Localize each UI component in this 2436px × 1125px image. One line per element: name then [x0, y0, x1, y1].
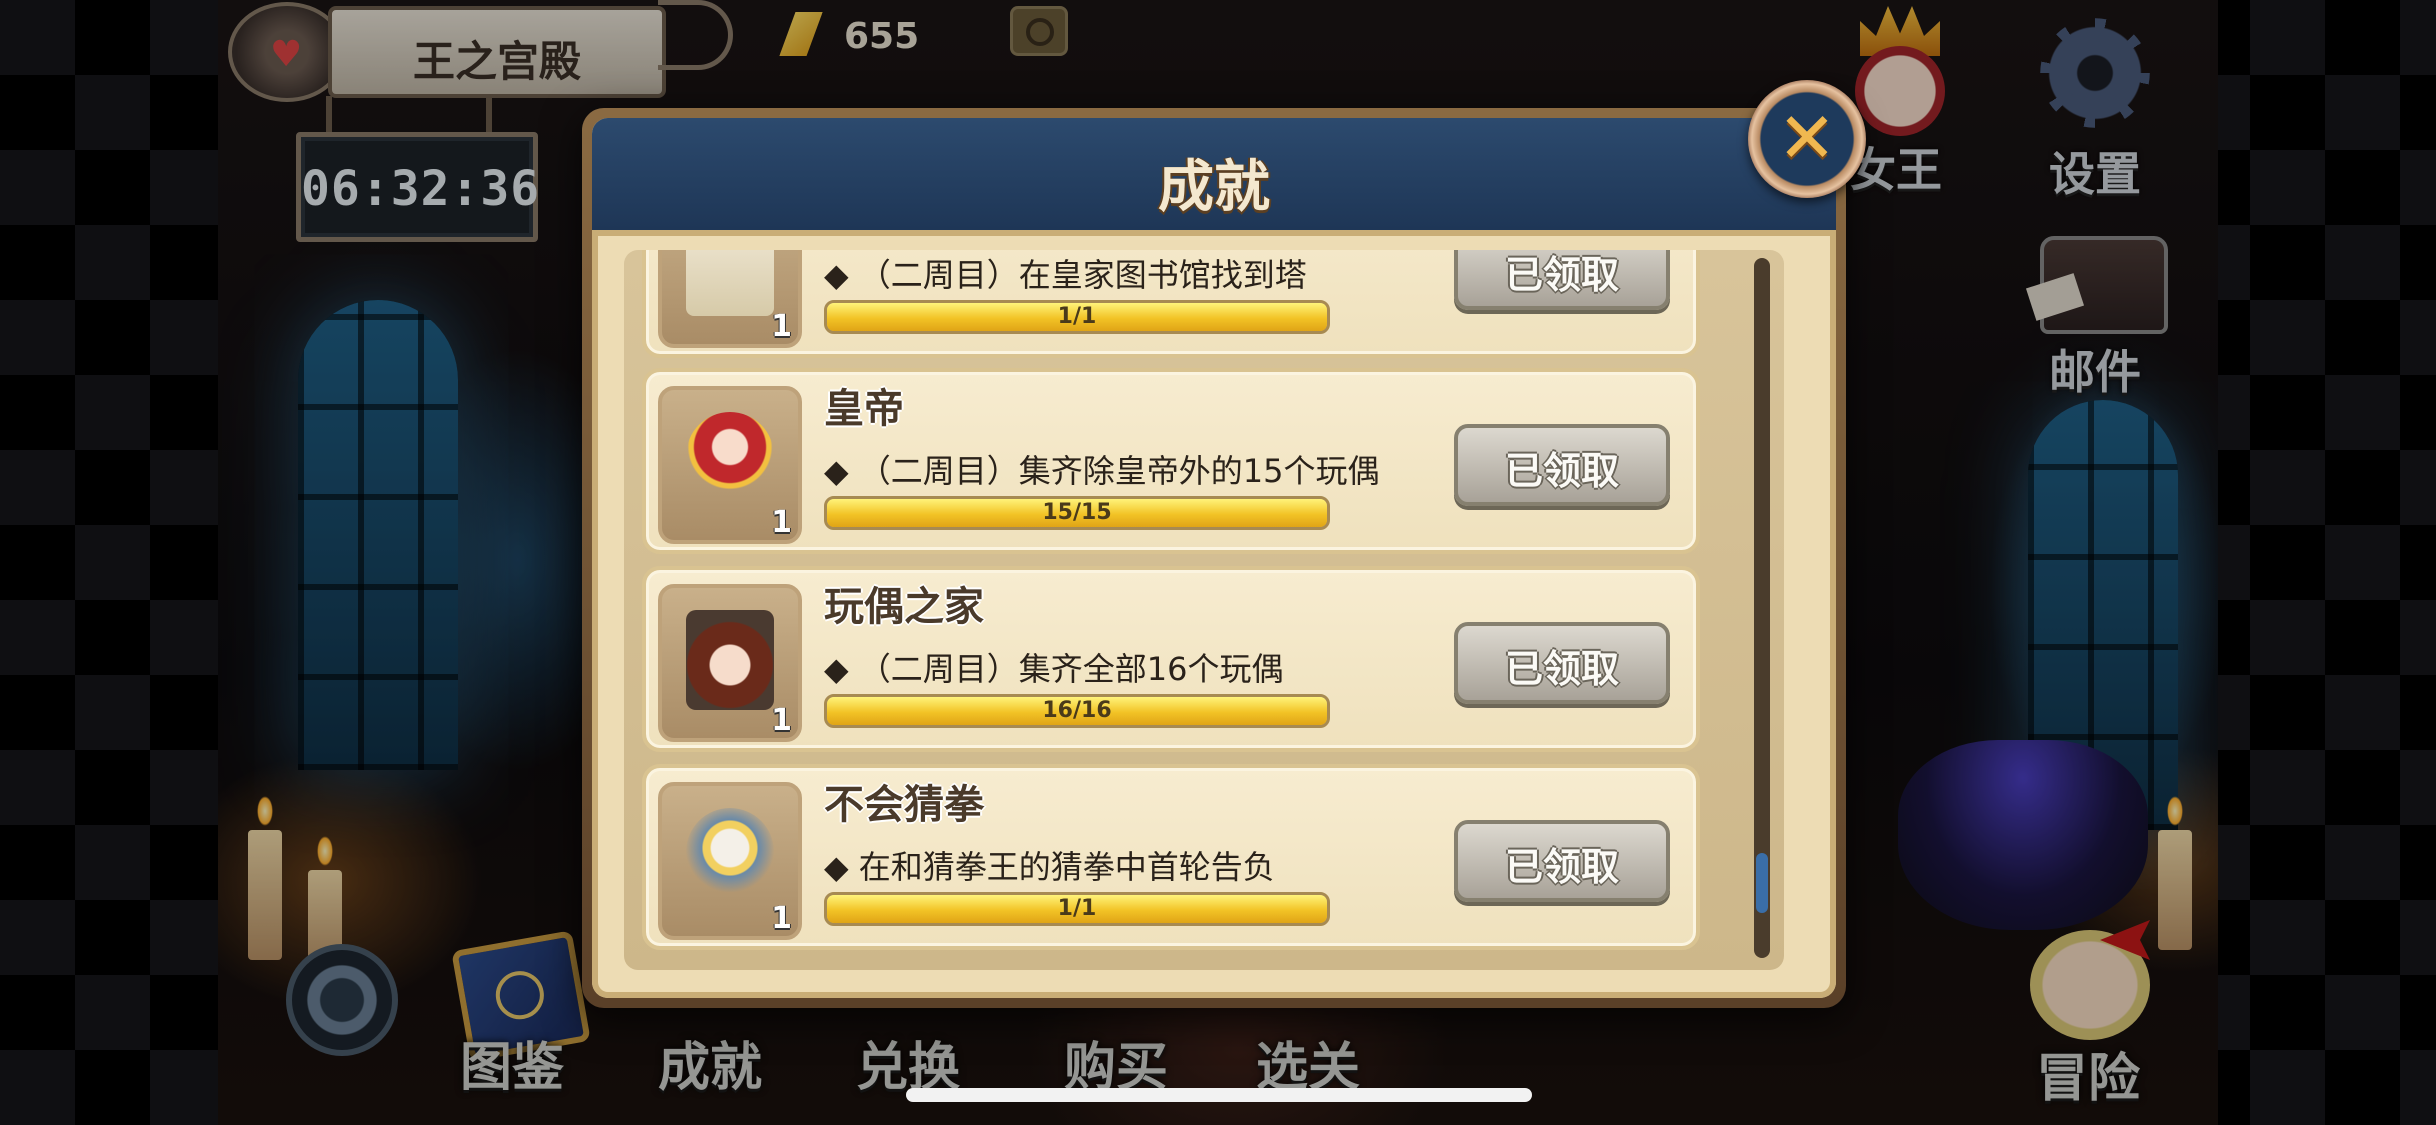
item-count: 1	[771, 309, 792, 344]
achievements-dialog: 成就 1 ◆ （二周目）在皇家图书馆找到塔 1/1 已领取 1 皇帝 ◆ （二周目）集齐除皇…	[582, 108, 1846, 1008]
achievement-portrait: 1	[658, 386, 802, 544]
achievement-name: 不会猜拳	[824, 782, 984, 828]
item-count: 1	[771, 505, 792, 540]
achievement-list[interactable]: 1 ◆ （二周目）在皇家图书馆找到塔 1/1 已领取 1 皇帝 ◆ （二周目）集齐除皇帝外的…	[624, 250, 1784, 970]
claimed-label: 已领取	[1504, 449, 1619, 493]
dialog-header: 成就	[592, 118, 1836, 236]
doll-girl-icon	[686, 610, 774, 710]
close-icon: ✕	[1777, 97, 1837, 179]
achievement-name: 玩偶之家	[824, 584, 984, 630]
claimed-button[interactable]: 已领取	[1454, 820, 1670, 902]
achievement-description: ◆ （二周目）在皇家图书馆找到塔	[824, 256, 1307, 294]
item-count: 1	[771, 703, 792, 738]
progress-text: 15/15	[1042, 500, 1112, 525]
achievement-name: 皇帝	[824, 386, 904, 432]
achievement-description: ◆ （二周目）集齐全部16个玩偶	[824, 650, 1284, 688]
item-count: 1	[771, 901, 792, 936]
progress-bar: 16/16	[824, 694, 1330, 728]
achievement-description: ◆ 在和猜拳王的猜拳中首轮告负	[824, 848, 1275, 886]
close-button[interactable]: ✕	[1748, 80, 1866, 198]
achievement-row: 1 不会猜拳 ◆ 在和猜拳王的猜拳中首轮告负 1/1 已领取	[642, 764, 1700, 950]
achievement-portrait: 1	[658, 782, 802, 940]
progress-text: 16/16	[1042, 698, 1112, 723]
scroll-thumb[interactable]	[1756, 853, 1768, 914]
progress-text: 1/1	[1057, 896, 1097, 921]
achievement-portrait: 1	[658, 250, 802, 348]
achievement-row: 1 皇帝 ◆ （二周目）集齐除皇帝外的15个玩偶 15/15 已领取	[642, 368, 1700, 554]
claimed-label: 已领取	[1504, 647, 1619, 691]
home-indicator	[906, 1088, 1532, 1102]
puppet-icon	[686, 808, 774, 908]
claimed-button[interactable]: 已领取	[1454, 622, 1670, 704]
dialog-panel: 成就 1 ◆ （二周目）在皇家图书馆找到塔 1/1 已领取 1 皇帝 ◆ （二周目）集齐除皇…	[592, 118, 1836, 998]
game-screen: ♥ 王之宫殿 06:32:36 655 女王 设置 邮件 图鉴 成就 兑换 购买…	[0, 0, 2436, 1125]
claimed-button[interactable]: 已领取	[1454, 424, 1670, 506]
emperor-doll-icon	[686, 412, 774, 512]
claimed-button[interactable]: 已领取	[1454, 250, 1670, 310]
map-paper-icon	[686, 250, 774, 316]
progress-text: 1/1	[1057, 304, 1097, 329]
achievement-description: ◆ （二周目）集齐除皇帝外的15个玩偶	[824, 452, 1380, 490]
dialog-title: 成就	[1158, 155, 1270, 220]
achievement-row: 1 玩偶之家 ◆ （二周目）集齐全部16个玩偶 16/16 已领取	[642, 566, 1700, 752]
claimed-label: 已领取	[1504, 845, 1619, 889]
scrollbar[interactable]	[1754, 258, 1770, 958]
progress-bar: 15/15	[824, 496, 1330, 530]
achievement-row: 1 ◆ （二周目）在皇家图书馆找到塔 1/1 已领取	[642, 250, 1700, 358]
progress-bar: 1/1	[824, 892, 1330, 926]
achievement-portrait: 1	[658, 584, 802, 742]
progress-bar: 1/1	[824, 300, 1330, 334]
claimed-label: 已领取	[1504, 253, 1619, 297]
